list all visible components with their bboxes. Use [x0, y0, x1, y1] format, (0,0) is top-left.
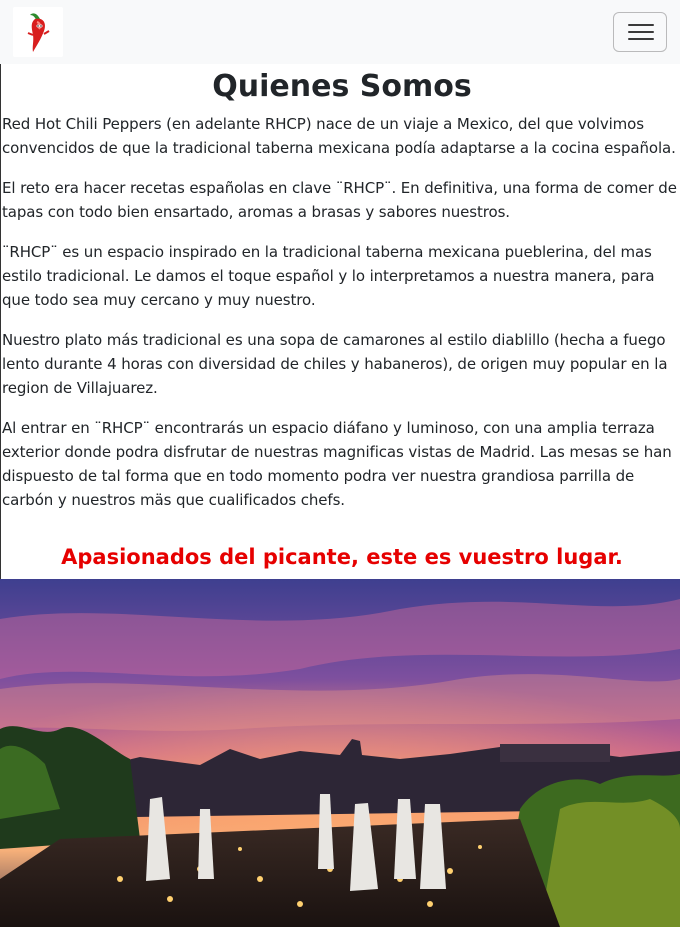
navbar-toggle-button[interactable]: [613, 12, 667, 52]
chili-pepper-logo-icon: [27, 13, 50, 52]
terrace-sunset-photo: [0, 579, 680, 927]
tagline-heading: Apasionados del picante, este es vuestro…: [61, 545, 623, 569]
page-left-border: [0, 64, 1, 580]
page-title: Quienes Somos: [212, 69, 472, 104]
brand-logo[interactable]: [13, 7, 63, 57]
about-paragraph-4: Nuestro plato más tradicional es una sop…: [2, 331, 668, 397]
about-section: Quienes Somos Red Hot Chili Peppers (en …: [2, 64, 680, 572]
about-paragraph-2: El reto era hacer recetas españolas en c…: [2, 179, 677, 221]
hamburger-menu-icon: [628, 24, 654, 40]
about-paragraph-1: Red Hot Chili Peppers (en adelante RHCP)…: [2, 115, 676, 157]
navbar: [0, 0, 680, 64]
about-paragraph-5: Al entrar en ¨RHCP¨ encontrarás un espac…: [2, 419, 672, 509]
about-paragraph-3: ¨RHCP¨ es un espacio inspirado en la tra…: [2, 243, 655, 309]
